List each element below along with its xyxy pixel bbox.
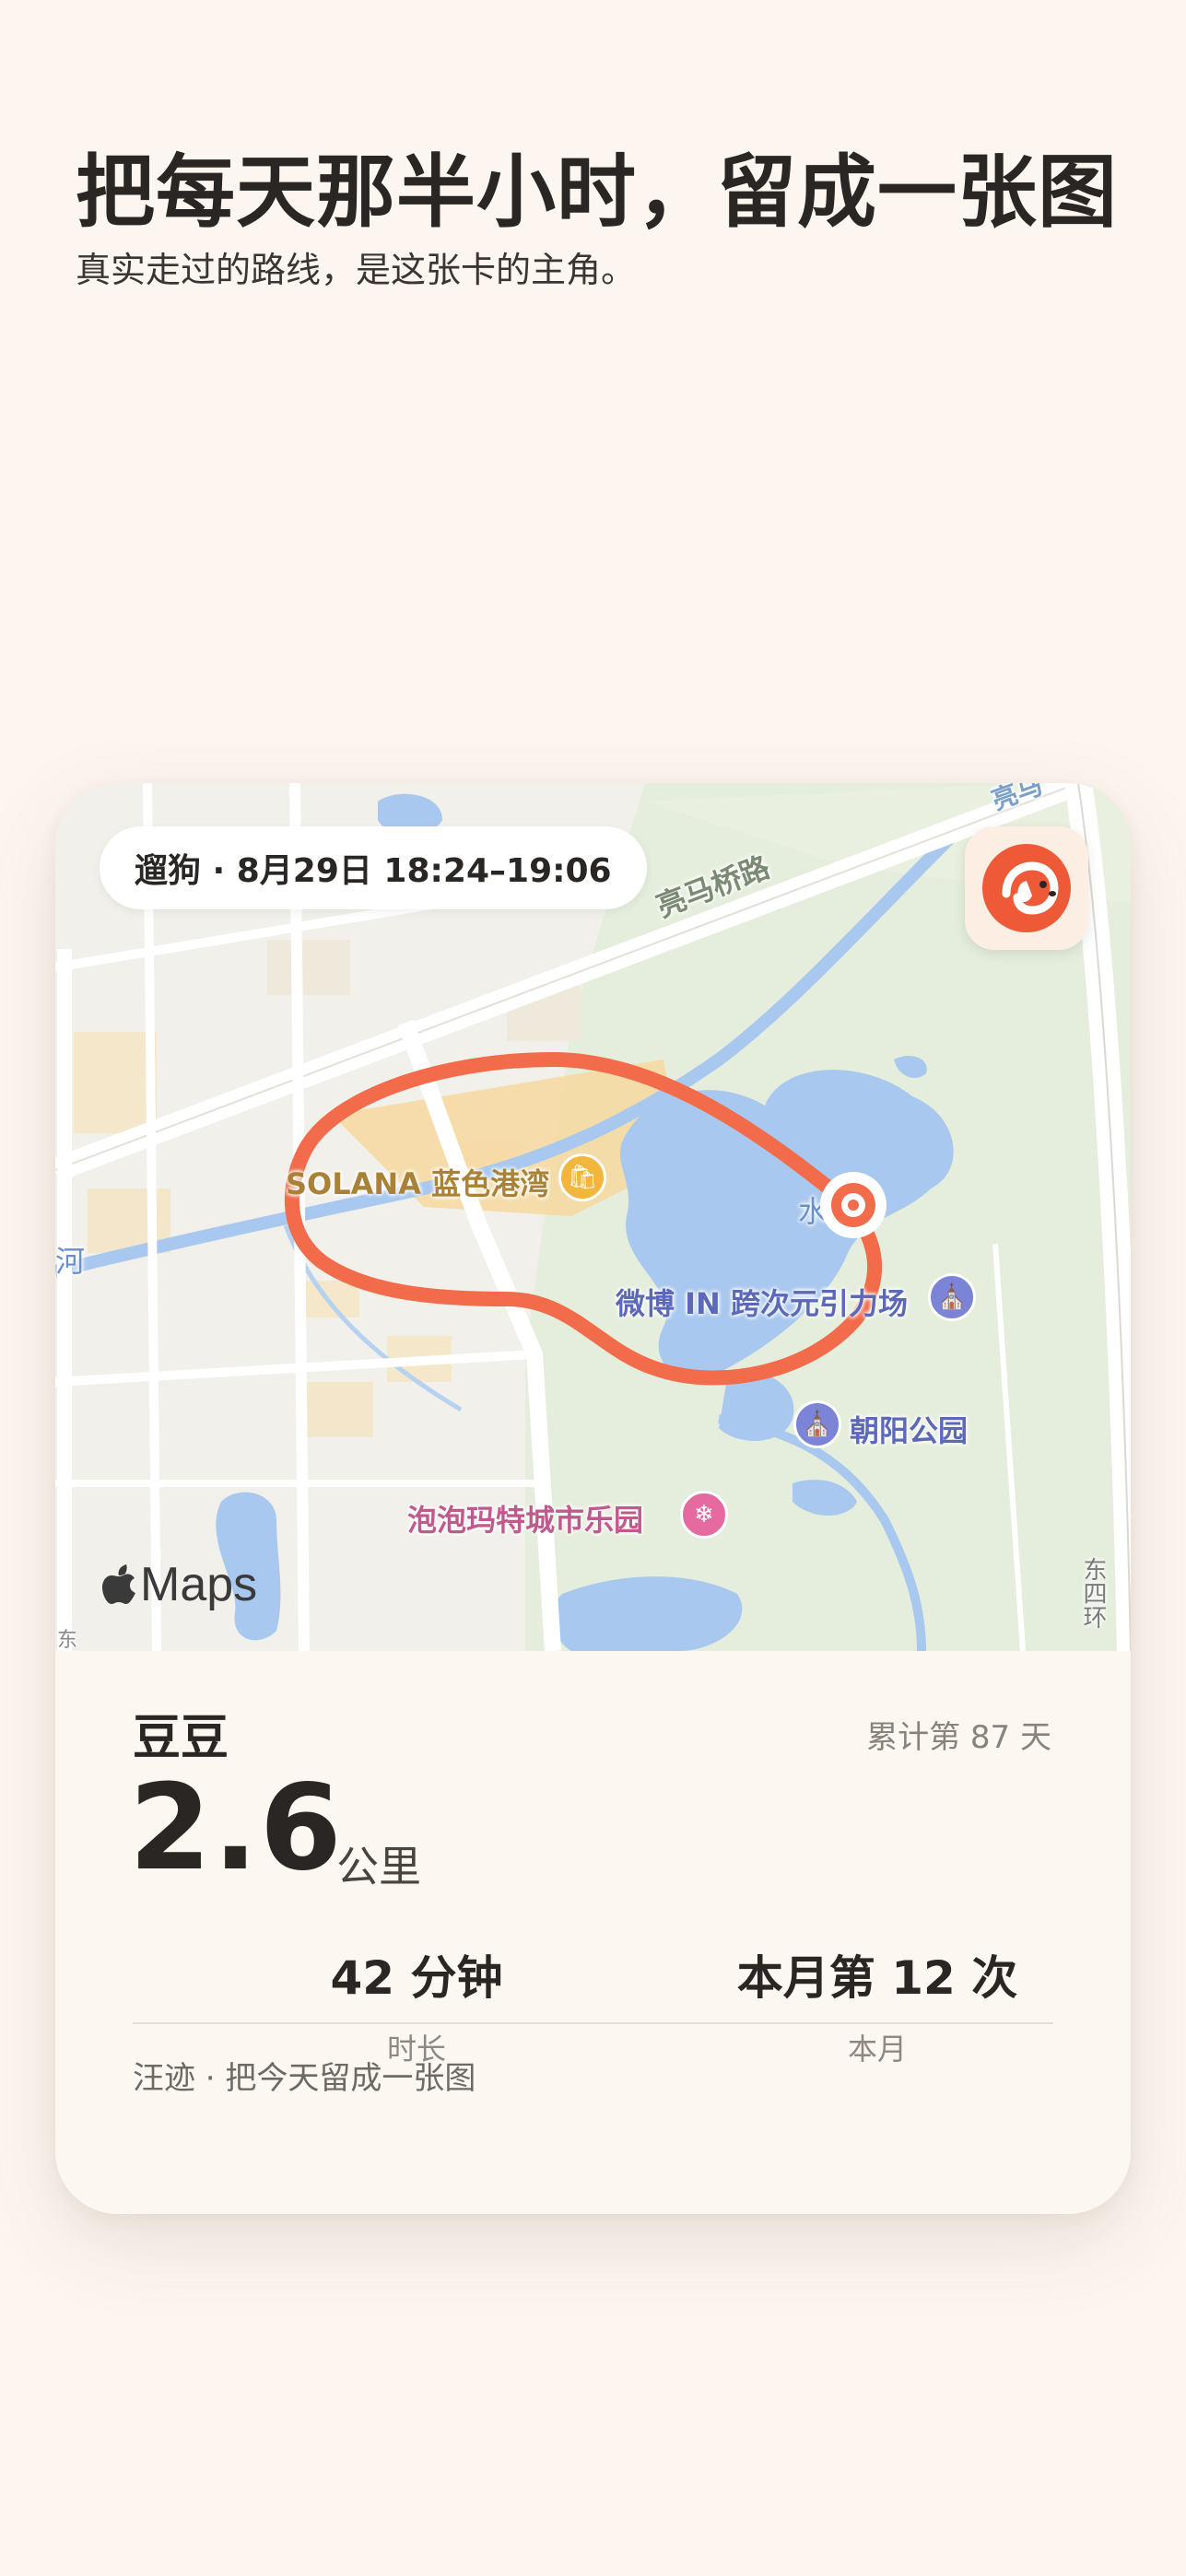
app-logo-button[interactable] — [965, 826, 1088, 950]
park-icon[interactable]: ⛪ — [793, 1400, 841, 1448]
dog-logo-icon — [982, 844, 1071, 932]
dog-name: 豆豆 — [133, 1711, 229, 1766]
shopping-bag-icon[interactable]: 🛍 — [558, 1153, 606, 1201]
landmark-icon[interactable]: ⛪ — [928, 1273, 976, 1321]
route-end-marker-icon[interactable] — [816, 1168, 890, 1242]
river-label: 河 — [55, 1244, 86, 1279]
page-subtitle: 真实走过的路线，是这张卡的主角。 — [76, 250, 637, 290]
ferris-wheel-icon[interactable]: ❄ — [680, 1491, 728, 1539]
poi-label-chaoyang-park[interactable]: 朝阳公园 — [850, 1408, 968, 1450]
divider — [133, 2022, 1053, 2024]
walk-share-card: 亮马桥路 亮马 SOLANA 蓝色港湾 🛍 水 河 微博 IN 跨次元引力场 ⛪… — [55, 783, 1131, 2214]
poi-label-paopao[interactable]: 泡泡玛特城市乐园 — [407, 1497, 643, 1540]
poi-label-weibo[interactable]: 微博 IN 跨次元引力场 — [616, 1281, 908, 1323]
edge-label: 东 — [57, 1629, 78, 1651]
stat-month-count-value: 本月第 12 次 — [736, 1951, 1018, 2005]
walk-time-pill: 遛狗 · 8月29日 18:24–19:06 — [100, 826, 647, 909]
maps-attribution[interactable]: Maps — [101, 1557, 257, 1612]
poi-label-solana[interactable]: SOLANA 蓝色港湾 — [286, 1161, 549, 1203]
walk-summary: 豆豆 累计第 87 天 2.6 公里 42 分钟 时长 本月第 12 次 本月 — [55, 1651, 1131, 2214]
route-map[interactable]: 亮马桥路 亮马 SOLANA 蓝色港湾 🛍 水 河 微博 IN 跨次元引力场 ⛪… — [55, 783, 1131, 1651]
streak-count: 累计第 87 天 — [866, 1719, 1051, 1756]
apple-icon — [102, 1564, 135, 1604]
stat-month-count: 本月第 12 次 本月 — [684, 1941, 1071, 2068]
stat-month-count-label: 本月 — [847, 2032, 907, 2067]
page-title: 把每天那半小时，留成一张图 — [76, 146, 1118, 239]
road-label-east-ring: 东四环 — [1079, 1557, 1107, 1629]
stat-duration-value: 42 分钟 — [330, 1951, 503, 2005]
distance-value: 2.6 — [129, 1760, 344, 1897]
card-footer: 汪迹 · 把今天留成一张图 — [133, 2060, 476, 2097]
maps-attribution-text: Maps — [140, 1558, 258, 1611]
distance-unit: 公里 — [336, 1842, 421, 1891]
stat-duration: 42 分钟 时长 — [223, 1941, 610, 2068]
